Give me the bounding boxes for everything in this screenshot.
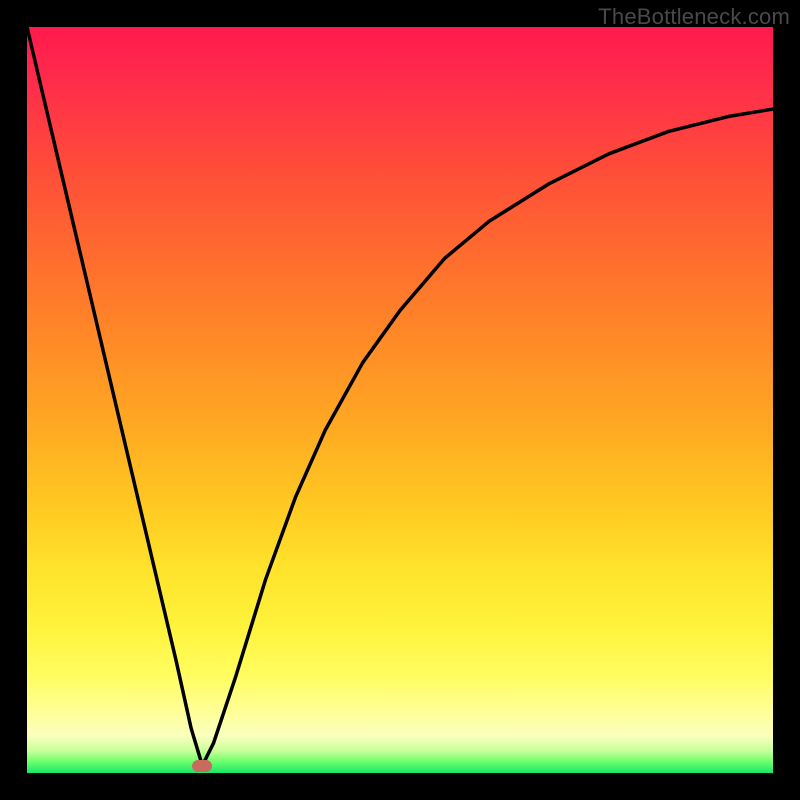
optimum-marker bbox=[192, 760, 212, 772]
watermark-text: TheBottleneck.com bbox=[598, 4, 790, 30]
chart-frame: TheBottleneck.com bbox=[0, 0, 800, 800]
plot-area bbox=[27, 27, 773, 773]
bottleneck-curve bbox=[27, 27, 773, 773]
